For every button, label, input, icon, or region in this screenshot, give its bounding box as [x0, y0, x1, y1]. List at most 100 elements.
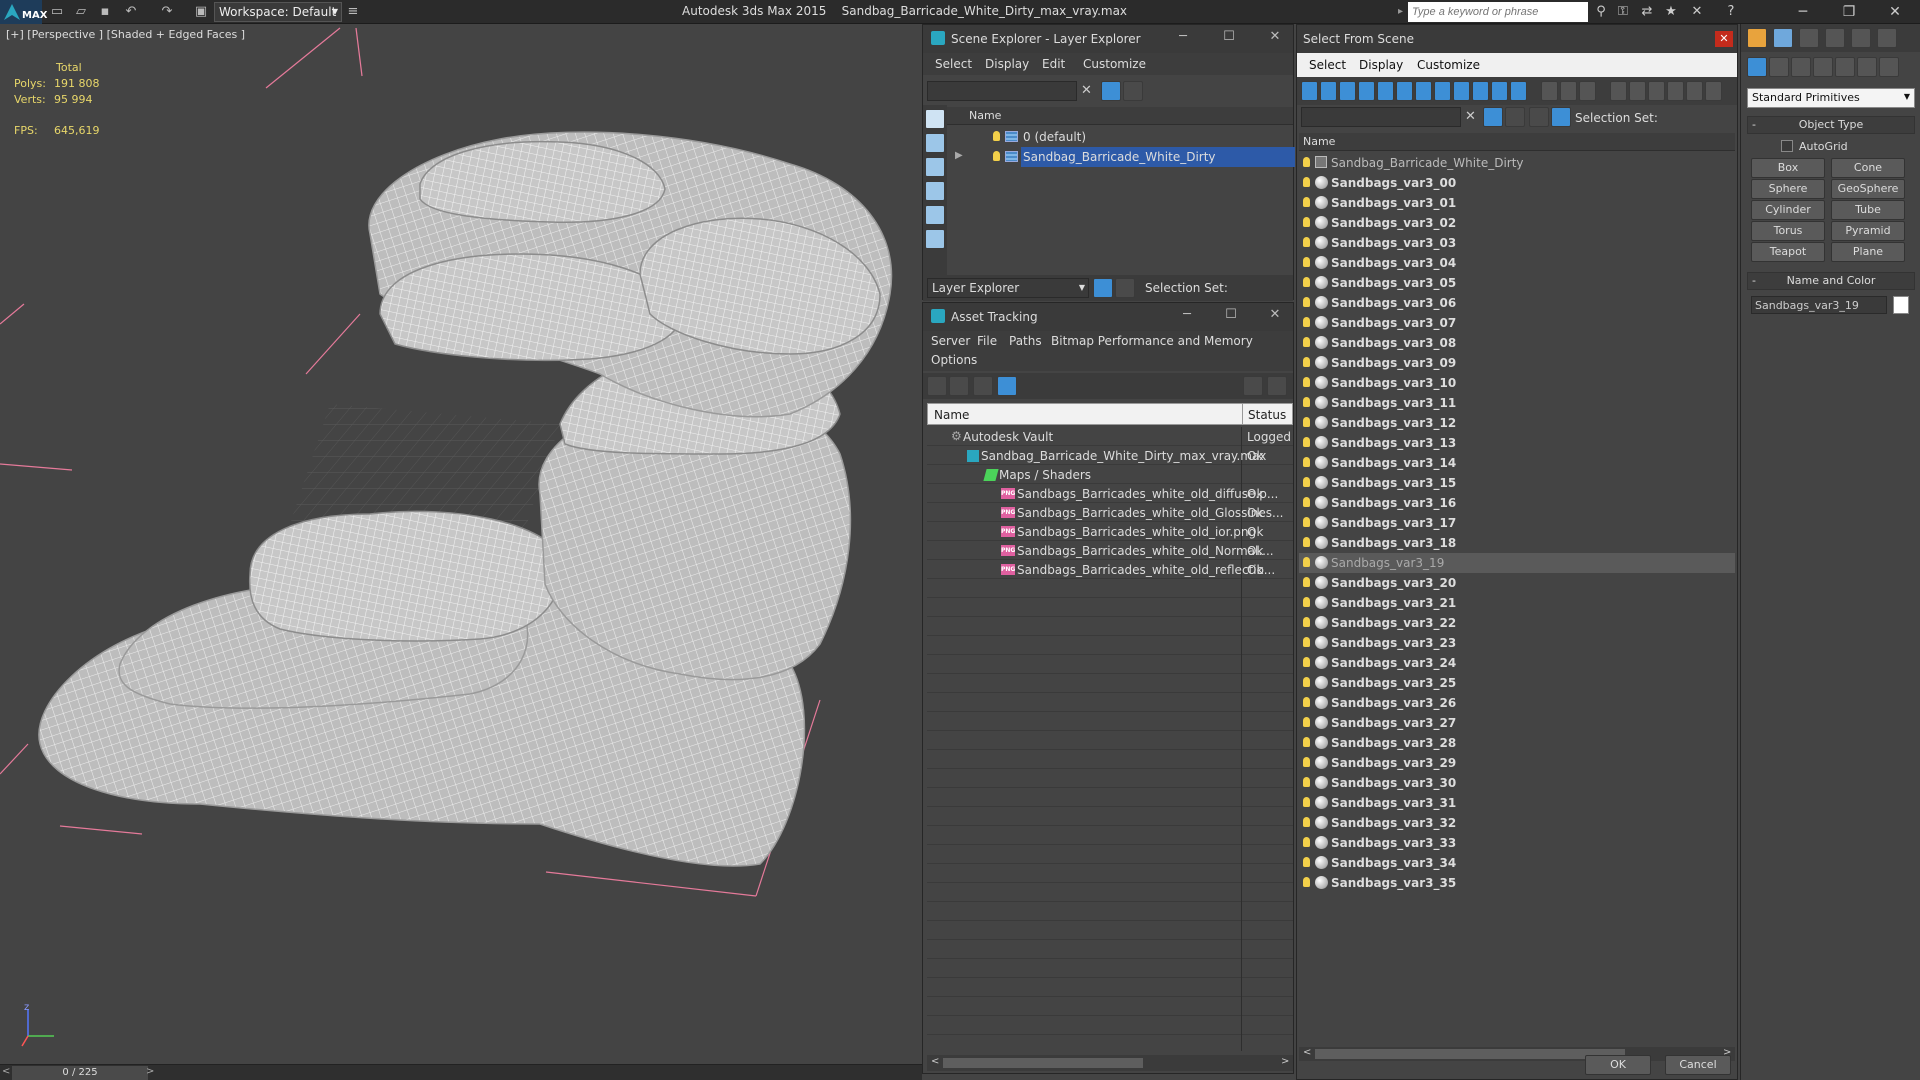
lightbulb-icon[interactable] [1303, 657, 1310, 667]
display-lights-icon[interactable] [925, 157, 945, 177]
lightbulb-icon[interactable] [1303, 237, 1310, 247]
lightbulb-icon[interactable] [1303, 777, 1310, 787]
scene-root-row[interactable]: Sandbag_Barricade_White_Dirty [1299, 153, 1735, 173]
object-search-field[interactable] [1301, 107, 1461, 127]
lightbulb-icon[interactable] [1303, 457, 1310, 467]
lightbulb-icon[interactable] [1303, 477, 1310, 487]
torus-button[interactable]: Torus [1751, 221, 1825, 241]
help-icon[interactable] [1243, 376, 1263, 396]
layer-options-icon[interactable] [1123, 81, 1143, 101]
workspace-menu-icon[interactable]: ≡ [344, 3, 362, 21]
geometry-category-icon[interactable] [1747, 57, 1767, 77]
display-geometry-icon[interactable] [925, 133, 945, 153]
filter-icon[interactable] [1101, 81, 1121, 101]
display-hidden-icon[interactable] [1510, 81, 1527, 101]
sphere-button[interactable]: Sphere [1751, 179, 1825, 199]
minimize-button[interactable]: ─ [1780, 0, 1826, 24]
lightbulb-icon[interactable] [1303, 177, 1310, 187]
time-slider[interactable]: 0 / 225 [12, 1066, 148, 1080]
scene-object-row[interactable]: Sandbags_var3_30 [1299, 773, 1735, 793]
close-button[interactable]: ✕ [1872, 0, 1918, 24]
systems-category-icon[interactable] [1879, 57, 1899, 77]
lightbulb-icon[interactable] [1303, 537, 1310, 547]
asset-row-glossiness[interactable]: PNG Sandbags_Barricades_white_old_Glossi… [927, 503, 1293, 523]
modify-tab-icon[interactable] [1773, 28, 1793, 48]
shapes-category-icon[interactable] [1769, 57, 1789, 77]
settings-icon[interactable] [1267, 376, 1287, 396]
display-helpers-icon[interactable] [925, 205, 945, 225]
object-name-column-header[interactable]: Name [1299, 133, 1735, 151]
scene-object-row[interactable]: Sandbags_var3_03 [1299, 233, 1735, 253]
primitive-type-dropdown[interactable]: Standard Primitives ▼ [1747, 88, 1915, 108]
display-bones-icon[interactable] [1453, 81, 1470, 101]
menu-display[interactable]: Display [1359, 58, 1403, 72]
lightbulb-icon[interactable] [1303, 257, 1310, 267]
menu-select[interactable]: Select [1309, 58, 1346, 72]
asset-status-column-header[interactable]: Status [1248, 408, 1286, 422]
scene-object-row[interactable]: Sandbags_var3_33 [1299, 833, 1735, 853]
select-from-scene-titlebar[interactable]: Select From Scene ✕ [1297, 25, 1737, 53]
lightbulb-icon[interactable] [1303, 497, 1310, 507]
scene-object-row[interactable]: Sandbags_var3_31 [1299, 793, 1735, 813]
lightbulb-icon[interactable] [1303, 737, 1310, 747]
filter-options-icon[interactable] [1667, 81, 1684, 101]
display-containers-icon[interactable] [1472, 81, 1489, 101]
menu-paths[interactable]: Paths [1009, 334, 1042, 348]
scene-object-row[interactable]: Sandbags_var3_28 [1299, 733, 1735, 753]
lightbulb-icon[interactable] [1303, 717, 1310, 727]
asset-name-column-header[interactable]: Name [934, 408, 969, 422]
display-cameras-icon[interactable] [925, 181, 945, 201]
create-tab-icon[interactable] [1747, 28, 1767, 48]
display-objects-icon[interactable] [925, 109, 945, 129]
star-icon[interactable]: ★ [1662, 3, 1680, 21]
hierarchy-mode-icon[interactable] [1115, 278, 1135, 298]
lightbulb-icon[interactable] [1303, 377, 1310, 387]
autogrid-checkbox[interactable] [1781, 140, 1793, 152]
layer-row-default[interactable]: 0 (default) [947, 127, 1293, 147]
select-invert-icon[interactable] [1648, 81, 1665, 101]
refresh-icon[interactable] [927, 376, 947, 396]
menu-edit[interactable]: Edit [1042, 57, 1065, 71]
clear-search-icon[interactable]: ✕ [1465, 109, 1476, 124]
exchange-icon[interactable]: ⇄ [1638, 3, 1656, 21]
layer-name-column-header[interactable]: Name [947, 107, 1293, 125]
perspective-viewport[interactable]: [+] [Perspective ] [Shaded + Edged Faces… [0, 24, 922, 1064]
lightbulb-icon[interactable] [1303, 157, 1310, 167]
clear-search-icon[interactable]: ✕ [1081, 83, 1092, 98]
scene-object-row[interactable]: Sandbags_var3_11 [1299, 393, 1735, 413]
lightbulb-icon[interactable] [1303, 197, 1310, 207]
lightbulb-icon[interactable] [1303, 797, 1310, 807]
utilities-tab-icon[interactable] [1877, 28, 1897, 48]
scene-object-row[interactable]: Sandbags_var3_35 [1299, 873, 1735, 893]
maximize-icon[interactable]: ☐ [1221, 307, 1241, 322]
display-helpers-icon[interactable] [1377, 81, 1394, 101]
box-button[interactable]: Box [1751, 158, 1825, 178]
scene-object-row[interactable]: Sandbags_var3_24 [1299, 653, 1735, 673]
scene-object-row[interactable]: Sandbags_var3_27 [1299, 713, 1735, 733]
hierarchy-options-icon[interactable] [1505, 107, 1525, 127]
lightbulb-icon[interactable] [1303, 637, 1310, 647]
scene-object-row[interactable]: Sandbags_var3_32 [1299, 813, 1735, 833]
scene-object-row[interactable]: Sandbags_var3_00 [1299, 173, 1735, 193]
object-name-field[interactable] [1751, 296, 1887, 314]
key-icon[interactable]: ⚿ [1614, 3, 1632, 21]
lightbulb-icon[interactable] [1303, 617, 1310, 627]
invert-display-icon[interactable] [1579, 81, 1596, 101]
scroll-left-icon[interactable]: < [931, 1056, 939, 1067]
scene-object-row[interactable]: Sandbags_var3_29 [1299, 753, 1735, 773]
lightbulb-icon[interactable] [1303, 697, 1310, 707]
asset-row-diffuse[interactable]: PNG Sandbags_Barricades_white_old_diffus… [927, 484, 1293, 504]
scene-object-row[interactable]: Sandbags_var3_01 [1299, 193, 1735, 213]
lightbulb-icon[interactable] [993, 151, 1000, 161]
close-button[interactable]: ✕ [1715, 31, 1733, 47]
scene-object-row[interactable]: Sandbags_var3_15 [1299, 473, 1735, 493]
cameras-category-icon[interactable] [1813, 57, 1833, 77]
display-layers-icon[interactable] [925, 229, 945, 249]
lightbulb-icon[interactable] [1303, 757, 1310, 767]
undo-icon[interactable]: ↶ [122, 3, 140, 21]
cone-button[interactable]: Cone [1831, 158, 1905, 178]
scene-object-row[interactable]: Sandbags_var3_21 [1299, 593, 1735, 613]
scene-object-row[interactable]: Sandbags_var3_13 [1299, 433, 1735, 453]
scene-object-row[interactable]: Sandbags_var3_26 [1299, 693, 1735, 713]
display-xrefs-icon[interactable] [1434, 81, 1451, 101]
